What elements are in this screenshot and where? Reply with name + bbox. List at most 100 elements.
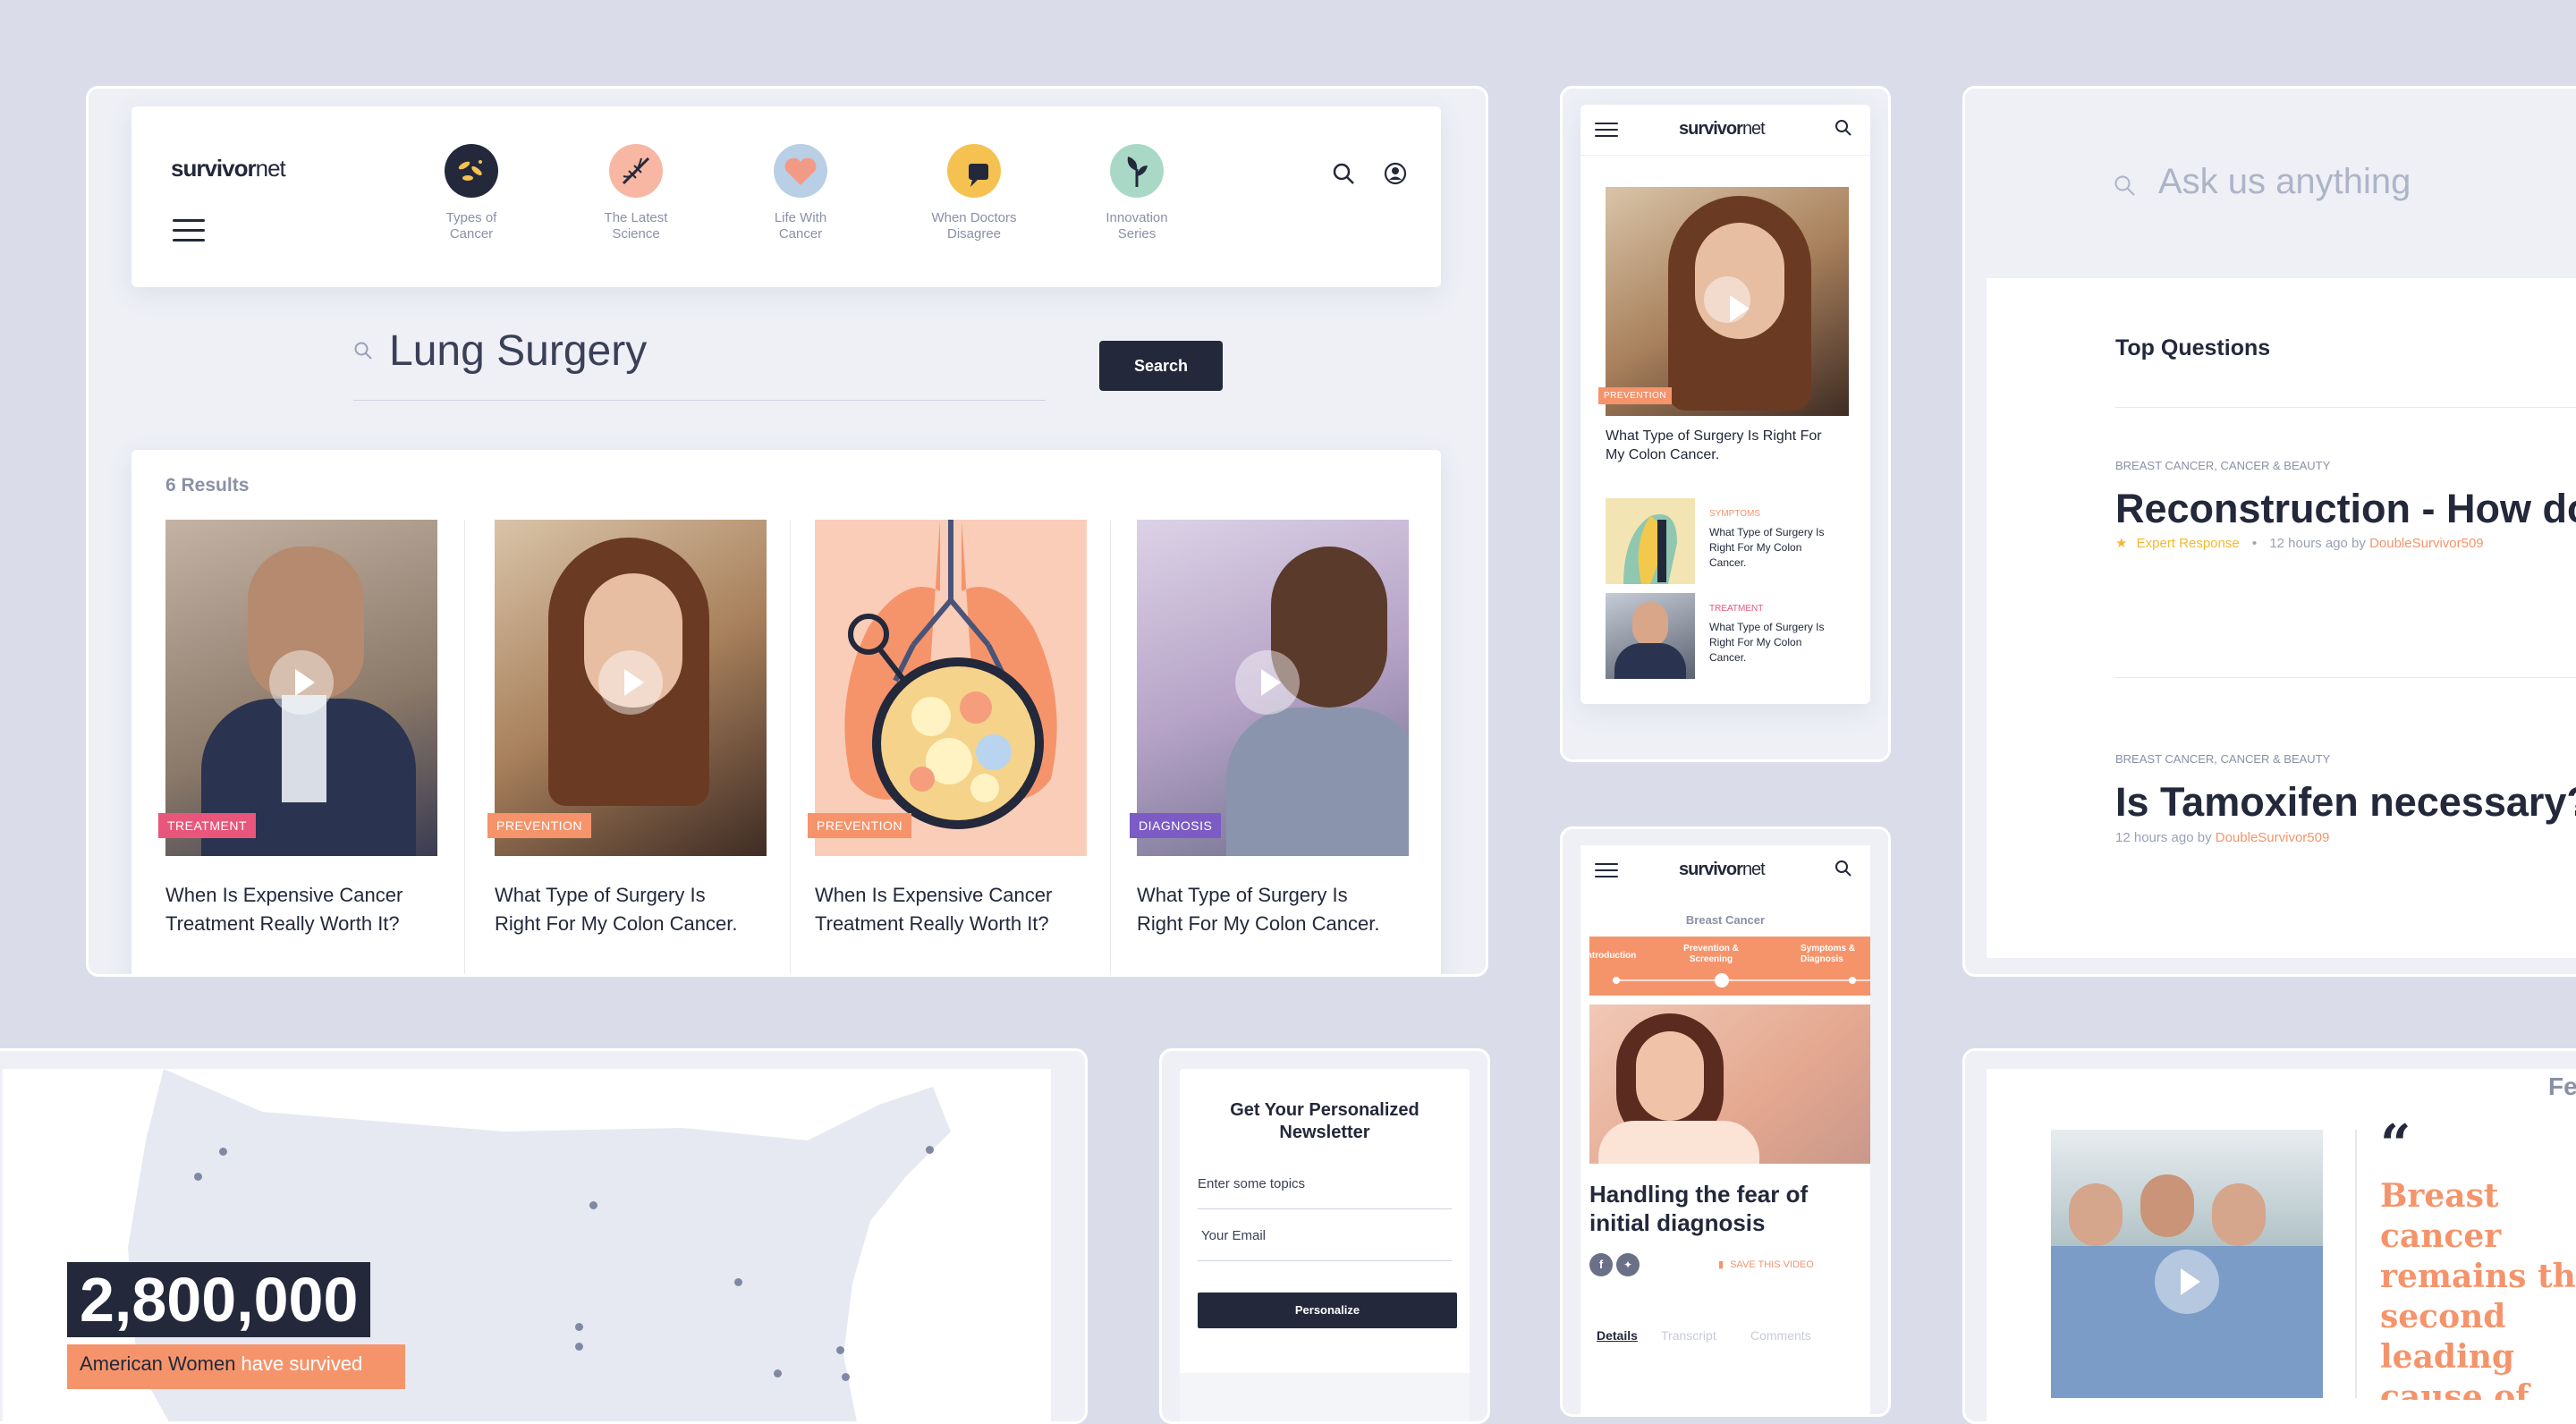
- question-category: BREAST CANCER, CANCER & BEAUTY: [2115, 752, 2331, 766]
- search-icon: [353, 341, 373, 365]
- question-title[interactable]: Is Tamoxifen necessary?: [2115, 778, 2576, 826]
- question-title[interactable]: Reconstruction - How do I know what size…: [2115, 485, 2576, 533]
- tab-transcript[interactable]: Transcript: [1661, 1328, 1716, 1343]
- feature-frame: Fe “ Breast cancer remains the second le…: [1962, 1048, 2576, 1424]
- map-dot: [926, 1146, 934, 1154]
- question-author[interactable]: DoubleSurvivor509: [2216, 830, 2330, 845]
- feature-video-thumbnail[interactable]: [2051, 1130, 2323, 1398]
- brand-logo[interactable]: survivornet: [1679, 119, 1766, 140]
- step-symptoms[interactable]: Symptoms & Diagnosis: [1801, 944, 1888, 965]
- search-icon[interactable]: [1332, 162, 1355, 190]
- result-title[interactable]: When Is Expensive Cancer Treatment Reall…: [815, 881, 1083, 938]
- result-title[interactable]: What Type of Surgery Is Right For My Col…: [495, 881, 745, 938]
- item-thumbnail[interactable]: [1606, 498, 1695, 584]
- tab-comments[interactable]: Comments: [1750, 1328, 1811, 1343]
- tab-details[interactable]: Details: [1597, 1328, 1638, 1343]
- step-prevention[interactable]: Prevention & Screening: [1666, 944, 1756, 965]
- nav-item-label: The Latest Science: [604, 210, 668, 242]
- item-thumbnail[interactable]: [1606, 593, 1695, 679]
- search-icon[interactable]: [1835, 119, 1852, 141]
- save-video-label: SAVE THIS VIDEO: [1730, 1259, 1814, 1270]
- map-dot: [734, 1278, 742, 1286]
- play-icon[interactable]: [269, 650, 334, 715]
- bacteria-icon: [445, 144, 498, 198]
- email-field[interactable]: Your Email: [1198, 1228, 1452, 1261]
- desktop-search-frame: survivornet Types of Cancer The Latest S…: [86, 86, 1488, 977]
- hero-title[interactable]: What Type of Surgery Is Right For My Col…: [1606, 427, 1838, 464]
- play-icon[interactable]: [2155, 1250, 2219, 1314]
- ask-input[interactable]: Ask us anything: [2158, 162, 2411, 202]
- topics-field-placeholder: Enter some topics: [1198, 1176, 1306, 1191]
- search-icon[interactable]: [1835, 860, 1852, 882]
- video-thumbnail[interactable]: [1589, 1004, 1870, 1164]
- facebook-share-icon[interactable]: f: [1589, 1253, 1613, 1276]
- map-dot: [774, 1369, 782, 1377]
- result-thumbnail[interactable]: [815, 520, 1087, 856]
- menu-button[interactable]: [173, 219, 205, 249]
- brand-logo[interactable]: survivornet: [171, 155, 286, 182]
- bookmark-icon: ▮: [1718, 1259, 1724, 1270]
- result-thumbnail[interactable]: [495, 520, 767, 856]
- mobile-header: survivornet: [1580, 845, 1870, 895]
- nav-item-label: Types of Cancer: [445, 210, 497, 242]
- user-account-icon[interactable]: [1384, 162, 1407, 190]
- item-title[interactable]: What Type of Surgery Is Right For My Col…: [1709, 525, 1835, 571]
- nav-item-label: When Doctors Disagree: [931, 210, 1017, 242]
- question-category: BREAST CANCER, CANCER & BEAUTY: [2115, 459, 2331, 472]
- search-button[interactable]: Search: [1099, 341, 1223, 391]
- question-item[interactable]: BREAST CANCER, CANCER & BEAUTY Is Tamoxi…: [2115, 752, 2576, 845]
- question-meta: ★ Expert Response • 12 hours ago by Doub…: [2115, 536, 2484, 551]
- personalize-button[interactable]: Personalize: [1198, 1293, 1457, 1328]
- brand-logo[interactable]: survivornet: [1679, 860, 1766, 880]
- list-item[interactable]: TREATMENT What Type of Surgery Is Right …: [1606, 593, 1856, 679]
- section-label: Breast Cancer: [1685, 913, 1766, 927]
- search-query[interactable]: Lung Surgery: [389, 326, 647, 376]
- play-icon[interactable]: [1235, 650, 1300, 715]
- result-card[interactable]: DIAGNOSIS What Type of Surgery Is Right …: [1130, 520, 1409, 974]
- result-title[interactable]: When Is Expensive Cancer Treatment Reall…: [165, 881, 434, 938]
- heart-icon: [774, 144, 827, 198]
- result-card[interactable]: PREVENTION What Type of Surgery Is Right…: [487, 520, 767, 974]
- play-icon[interactable]: [598, 650, 663, 715]
- mobile-video-frame: survivornet Breast Cancer Introduction P…: [1560, 826, 1891, 1417]
- step-dot: [1849, 977, 1856, 984]
- question-item[interactable]: BREAST CANCER, CANCER & BEAUTY Reconstru…: [2115, 459, 2576, 551]
- qa-frame: Ask us anything Top Questions BREAST CAN…: [1962, 86, 2576, 977]
- question-author[interactable]: DoubleSurvivor509: [2369, 536, 2484, 551]
- search-bar[interactable]: Lung Surgery: [353, 323, 1046, 401]
- step-dot: [1613, 977, 1620, 984]
- play-icon[interactable]: [1704, 276, 1750, 323]
- map-dot: [219, 1148, 227, 1156]
- result-title[interactable]: What Type of Surgery Is Right For My Col…: [1137, 881, 1387, 938]
- nav-item-label: Innovation Series: [1106, 210, 1168, 242]
- menu-button[interactable]: [1595, 123, 1618, 144]
- feature-panel: Fe “ Breast cancer remains the second le…: [1987, 1069, 2576, 1421]
- dna-icon: [609, 144, 663, 198]
- category-tag: DIAGNOSIS: [1130, 813, 1222, 838]
- map-dot: [589, 1201, 597, 1209]
- newsletter-card: Get Your Personalized Newsletter Enter s…: [1180, 1069, 1470, 1421]
- twitter-share-icon[interactable]: ✦: [1616, 1253, 1640, 1276]
- result-card[interactable]: PREVENTION When Is Expensive Cancer Trea…: [808, 520, 1087, 974]
- email-field-placeholder: Your Email: [1201, 1228, 1266, 1243]
- result-card[interactable]: TREATMENT When Is Expensive Cancer Treat…: [158, 520, 437, 974]
- result-thumbnail[interactable]: [1137, 520, 1409, 856]
- lungs-illustration: [844, 520, 1057, 829]
- step-introduction[interactable]: Introduction: [1584, 951, 1636, 961]
- map-dot: [194, 1173, 202, 1181]
- hero-thumbnail[interactable]: [1606, 187, 1849, 416]
- topics-field[interactable]: Enter some topics: [1198, 1176, 1452, 1209]
- map-dot: [836, 1346, 844, 1354]
- newsletter-title: Get Your Personalized Newsletter: [1230, 1100, 1419, 1142]
- save-video-button[interactable]: ▮ SAVE THIS VIDEO: [1718, 1259, 1814, 1270]
- newsletter-frame: Get Your Personalized Newsletter Enter s…: [1159, 1048, 1490, 1424]
- results-panel: 6 Results TREATMENT When Is Expensive Ca…: [131, 450, 1441, 974]
- item-title[interactable]: What Type of Surgery Is Right For My Col…: [1709, 620, 1835, 665]
- section-heading: Top Questions: [2115, 335, 2271, 360]
- menu-button[interactable]: [1595, 863, 1618, 885]
- quote-mark-icon: “: [2380, 1114, 2411, 1176]
- list-item[interactable]: SYMPTOMS What Type of Surgery Is Right F…: [1606, 498, 1856, 584]
- result-thumbnail[interactable]: [165, 520, 437, 856]
- ask-search-bar[interactable]: Ask us anything: [1987, 105, 2576, 278]
- questions-panel: Top Questions BREAST CANCER, CANCER & BE…: [1987, 278, 2576, 958]
